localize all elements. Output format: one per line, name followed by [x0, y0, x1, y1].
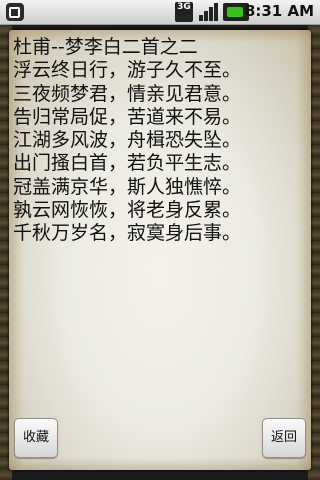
poem-panel: 杜甫--梦李白二首之二 浮云终日行，游子久不至。 三夜频梦君，情亲见君意。 告归… [9, 30, 311, 470]
back-button[interactable]: 返回 [262, 418, 306, 458]
poem-line: 三夜频梦君，情亲见君意。 [13, 82, 242, 105]
poem-line: 告归常局促，苦道来不易。 [13, 105, 242, 128]
poem-line: 江湖多风波，舟楫恐失坠。 [13, 129, 242, 152]
poem-line: 冠盖满京华，斯人独憔悴。 [13, 175, 242, 198]
poem-line: 孰云网恢恢，将老身反累。 [13, 199, 242, 222]
collect-button[interactable]: 收藏 [14, 418, 58, 458]
signal-icon [199, 3, 218, 21]
poem-title: 杜甫--梦李白二首之二 [13, 36, 198, 58]
network-label: 3G [177, 2, 191, 12]
poem-text: 杜甫--梦李白二首之二 浮云终日行，游子久不至。 三夜频梦君，情亲见君意。 告归… [13, 36, 307, 246]
status-bar: 3G 8:31 AM [0, 0, 320, 25]
poem-line: 浮云终日行，游子久不至。 [13, 59, 242, 82]
notification-icon [6, 3, 24, 21]
poem-line: 千秋万岁名，寂寞身后事。 [13, 222, 242, 245]
poem-line: 出门搔白首，若负平生志。 [13, 152, 242, 175]
status-time: 8:31 AM [244, 2, 314, 20]
network-3g-icon: 3G [175, 2, 193, 22]
